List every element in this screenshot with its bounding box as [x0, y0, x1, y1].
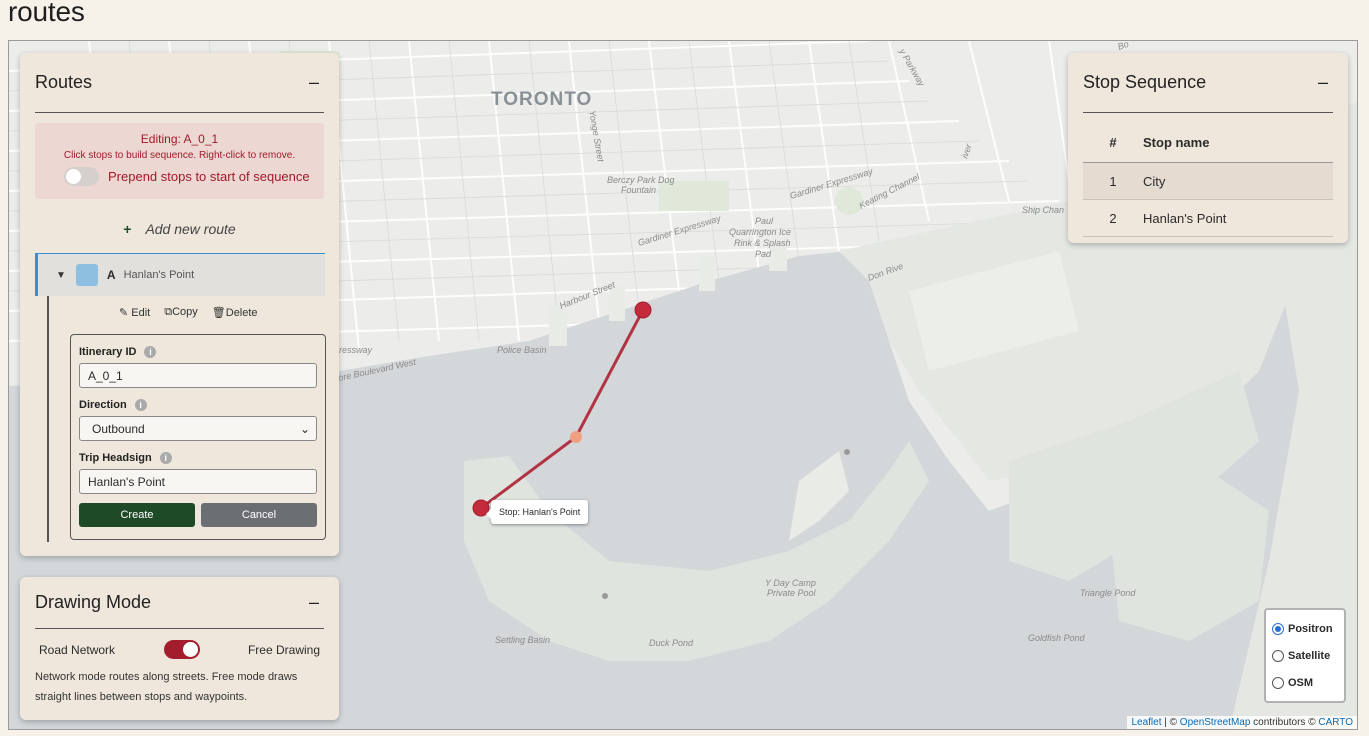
info-icon[interactable]: i: [144, 346, 157, 358]
editing-notice: Editing: A_0_1 Click stops to build sequ…: [35, 123, 324, 199]
drawing-mode-toggle[interactable]: [163, 640, 200, 659]
routes-panel-title: Routes: [35, 72, 93, 92]
carto-link[interactable]: CARTO: [1318, 717, 1353, 728]
map-label-poi: Y Day Camp: [765, 578, 816, 588]
map-label-poi: Goldfish Pond: [1028, 633, 1086, 643]
map-label-poi: Duck Pond: [649, 638, 694, 648]
waypoint-marker[interactable]: [570, 431, 582, 443]
itinerary-id-label: Itinerary ID: [79, 346, 137, 358]
collapse-drawing-button[interactable]: –: [304, 592, 324, 613]
radio-unselected[interactable]: [1272, 649, 1284, 662]
road-network-label: Road Network: [39, 642, 116, 657]
map-label-poi: Police Basin: [497, 345, 547, 355]
route-detail: ✎ Edit ⧉Copy 🗑Delete Itinerary ID i A_0_1…: [47, 296, 326, 542]
map-label-street: Ship Chan: [1022, 205, 1064, 215]
route-color-swatch[interactable]: [75, 264, 98, 286]
editing-title: Editing: A_0_1: [140, 132, 219, 146]
add-route-button[interactable]: + Add new route: [20, 221, 339, 237]
cancel-button[interactable]: Cancel: [201, 503, 317, 527]
add-route-label: Add new route: [145, 221, 236, 237]
col-header-num: #: [1109, 135, 1117, 150]
map-label-poi: Pad: [755, 249, 772, 259]
table-row[interactable]: 2 Hanlan's Point: [1083, 200, 1333, 237]
prepend-label: Prepend stops to start of sequence: [108, 169, 310, 184]
osm-link[interactable]: OpenStreetMap: [1180, 717, 1251, 728]
map-label-poi: Triangle Pond: [1080, 588, 1136, 598]
map-label-poi: Settling Basin: [495, 635, 550, 645]
radio-selected[interactable]: [1272, 622, 1284, 635]
radio-unselected[interactable]: [1272, 676, 1284, 689]
route-item-a[interactable]: ▼ A Hanlan's Point: [35, 253, 325, 296]
copy-route-button[interactable]: ⧉Copy: [164, 306, 198, 319]
stop-name: Hanlan's Point: [1143, 210, 1227, 226]
map-label-street: ressway: [339, 345, 373, 355]
headsign-input[interactable]: Hanlan's Point: [79, 469, 317, 494]
stop-marker-city[interactable]: [634, 301, 652, 319]
prepend-toggle[interactable]: [64, 167, 99, 186]
route-short-name: A: [106, 268, 116, 282]
delete-route-button[interactable]: 🗑Delete: [212, 306, 258, 319]
info-icon[interactable]: i: [134, 399, 147, 411]
itinerary-id-input[interactable]: A_0_1: [79, 363, 317, 388]
page-title: routes: [8, 0, 85, 27]
free-drawing-label: Free Drawing: [247, 642, 320, 657]
copy-icon: ⧉: [164, 306, 173, 318]
direction-label: Direction: [79, 399, 127, 411]
collapse-routes-button[interactable]: –: [304, 72, 324, 93]
col-header-name: Stop name: [1143, 135, 1210, 150]
drawing-mode-title: Drawing Mode: [35, 592, 152, 612]
inactive-stop-marker[interactable]: [602, 593, 608, 599]
stop-table: # Stop name 1 City 2 Hanlan's Point: [1083, 123, 1333, 237]
create-button[interactable]: Create: [79, 503, 195, 527]
drawing-mode-description: Network mode routes along streets. Free …: [35, 671, 298, 703]
stop-sequence-title: Stop Sequence: [1083, 72, 1207, 92]
trash-icon: 🗑: [211, 307, 226, 319]
info-icon[interactable]: i: [159, 452, 172, 464]
map-label-poi: Private Pool: [767, 588, 817, 598]
routes-panel-header: Routes –: [35, 53, 324, 113]
stop-tooltip: Stop: Hanlan's Point: [485, 500, 589, 524]
map[interactable]: TORONTO Yonge Street Berczy Park Dog Fou…: [8, 40, 1358, 730]
stop-name: City: [1143, 173, 1166, 189]
drawing-mode-panel: Drawing Mode – Road Network Free Drawing…: [20, 577, 339, 720]
edit-route-button[interactable]: ✎ Edit: [119, 306, 150, 319]
stop-num: 2: [1109, 210, 1117, 226]
map-label-poi: Paul: [755, 216, 774, 226]
plus-icon: +: [123, 221, 132, 237]
stop-num: 1: [1109, 173, 1117, 189]
layer-option-satellite[interactable]: Satellite: [1272, 642, 1338, 669]
map-label-poi: Berczy Park Dog: [607, 175, 675, 185]
route-long-name: Hanlan's Point: [123, 269, 195, 281]
map-label-poi: Rink & Splash: [734, 238, 791, 248]
layer-control: Positron Satellite OSM: [1264, 608, 1346, 703]
collapse-stops-button[interactable]: –: [1313, 72, 1333, 93]
map-label-poi: Fountain: [621, 185, 656, 195]
leaflet-link[interactable]: Leaflet: [1131, 717, 1161, 728]
direction-select[interactable]: Outbound ⌄: [79, 416, 317, 441]
map-label-poi: Quarrington Ice: [729, 227, 791, 237]
routes-panel: Routes – Editing: A_0_1 Click stops to b…: [20, 53, 339, 556]
expand-caret-icon[interactable]: ▼: [56, 270, 66, 281]
headsign-label: Trip Headsign: [79, 452, 152, 464]
table-row[interactable]: 1 City: [1083, 163, 1333, 200]
itinerary-form: Itinerary ID i A_0_1 Direction i Outbound ⌄…: [70, 334, 326, 540]
map-attribution: Leaflet | © OpenStreetMap contributors ©…: [1127, 716, 1357, 729]
stop-sequence-panel: Stop Sequence – # Stop name 1 City 2 Han…: [1068, 53, 1348, 243]
layer-option-osm[interactable]: OSM: [1272, 669, 1338, 696]
layer-option-positron[interactable]: Positron: [1272, 615, 1338, 642]
editing-hint: Click stops to build sequence. Right-cli…: [63, 150, 296, 161]
chevron-down-icon: ⌄: [299, 421, 310, 436]
inactive-stop-marker[interactable]: [844, 449, 850, 455]
map-label-city: TORONTO: [491, 89, 592, 110]
